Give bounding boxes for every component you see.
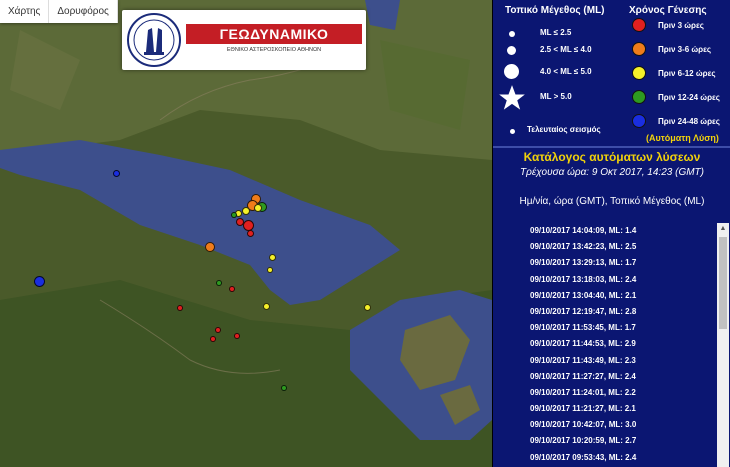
legend-magnitude-row: Τελευταίος σεισμός <box>527 125 601 134</box>
catalog-header: Ημ/νία, ώρα (GMT), Τοπικό Μέγεθος (ML) <box>519 196 705 207</box>
institute-seal-icon <box>127 13 181 67</box>
earthquake-marker[interactable] <box>267 267 273 273</box>
origin-legend-row: Πριν 24-48 ώρες <box>658 117 720 126</box>
earthquake-marker[interactable] <box>242 219 254 231</box>
earthquake-marker[interactable] <box>229 286 235 292</box>
earthquake-marker[interactable] <box>215 327 221 333</box>
origin-color-icon <box>632 90 646 104</box>
catalog-row[interactable]: 09/10/2017 11:21:27, ML: 2.1 <box>493 401 717 417</box>
scroll-up-icon[interactable]: ▲ <box>717 223 729 235</box>
origin-legend-title: Χρόνος Γένεσης <box>629 5 707 16</box>
catalog-list[interactable]: 09/10/2017 14:04:09, ML: 1.4 09/10/2017 1… <box>493 223 717 467</box>
map-type-satellite-button[interactable]: Δορυφόρος <box>49 0 118 23</box>
earthquake-marker[interactable] <box>231 212 237 218</box>
catalog-row[interactable]: 09/10/2017 13:04:40, ML: 2.1 <box>493 288 717 304</box>
catalog-title: Κατάλογος αυτόματων λύσεων <box>523 150 701 164</box>
origin-legend-row: Πριν 6-12 ώρες <box>658 69 716 78</box>
earthquake-marker[interactable] <box>216 280 222 286</box>
catalog-row[interactable]: 09/10/2017 11:53:45, ML: 1.7 <box>493 320 717 336</box>
catalog-row[interactable]: 09/10/2017 11:24:01, ML: 2.2 <box>493 385 717 401</box>
map-type-map-button[interactable]: Χάρτης <box>0 0 50 23</box>
catalog-row[interactable]: 09/10/2017 14:04:09, ML: 1.4 <box>493 223 717 239</box>
catalog-row[interactable]: 09/10/2017 11:27:27, ML: 2.4 <box>493 369 717 385</box>
catalog-row[interactable]: 09/10/2017 13:18:03, ML: 2.4 <box>493 272 717 288</box>
catalog-row[interactable]: 09/10/2017 13:29:13, ML: 1.7 <box>493 255 717 271</box>
earthquake-marker[interactable] <box>254 204 262 212</box>
origin-legend-row: Πριν 3 ώρες <box>658 21 704 30</box>
earthquake-marker[interactable] <box>205 242 215 252</box>
latest-quake-icon <box>510 129 515 134</box>
star-icon <box>499 85 525 110</box>
catalog-row[interactable]: 09/10/2017 12:19:47, ML: 2.8 <box>493 304 717 320</box>
scroll-thumb[interactable] <box>719 237 727 329</box>
earthquake-marker[interactable] <box>112 169 120 177</box>
map-area[interactable]: Χάρτης Δορυφόρος ΓΕΩΔΥΝΑΜΙΚΟ ΙΝΣΤΙΤΟΥΤΟ … <box>0 0 492 467</box>
earthquake-marker[interactable] <box>177 305 183 311</box>
current-time: Τρέχουσα ώρα: 9 Οκτ 2017, 14:23 (GMT) <box>520 167 704 178</box>
legend-magnitude-row: ML ≤ 2.5 <box>540 28 572 37</box>
large-circle-icon <box>504 64 519 79</box>
legend-magnitude-row: ML > 5.0 <box>540 92 572 101</box>
earthquake-marker[interactable] <box>234 333 240 339</box>
small-circle-icon <box>509 31 515 37</box>
catalog-scrollbar[interactable]: ▲ <box>717 223 729 467</box>
earthquake-marker[interactable] <box>281 385 287 391</box>
origin-legend-row: Πριν 3-6 ώρες <box>658 45 712 54</box>
institute-logo: ΓΕΩΔΥΝΑΜΙΚΟ ΙΝΣΤΙΤΟΥΤΟ ΕΘΝΙΚΟ ΑΣΤΕΡΟΣΚΟΠ… <box>122 10 366 70</box>
earthquake-marker[interactable] <box>242 207 250 215</box>
legend-magnitude-row: 4.0 < ML ≤ 5.0 <box>540 67 592 76</box>
earthquake-marker[interactable] <box>33 275 45 287</box>
origin-color-icon <box>632 114 646 128</box>
earthquake-marker[interactable] <box>210 336 216 342</box>
earthquake-marker[interactable] <box>246 229 254 237</box>
magnitude-legend-title: Τοπικό Μέγεθος (ML) <box>505 5 605 16</box>
legend: Τοπικό Μέγεθος (ML) ML ≤ 2.5 2.5 < ML ≤ … <box>493 0 730 146</box>
earthquake-marker[interactable] <box>262 302 270 310</box>
origin-color-icon <box>632 18 646 32</box>
institute-name: ΓΕΩΔΥΝΑΜΙΚΟ ΙΝΣΤΙΤΟΥΤΟ <box>186 24 362 62</box>
origin-legend-row: Πριν 12-24 ώρες <box>658 93 720 102</box>
catalog-row[interactable]: 09/10/2017 13:42:23, ML: 2.5 <box>493 239 717 255</box>
earthquake-marker[interactable] <box>363 303 371 311</box>
catalog-row[interactable]: 09/10/2017 10:42:07, ML: 3.0 <box>493 417 717 433</box>
catalog-row[interactable]: 09/10/2017 11:43:49, ML: 2.3 <box>493 353 717 369</box>
catalog-row[interactable]: 09/10/2017 10:20:59, ML: 2.7 <box>493 433 717 449</box>
medium-circle-icon <box>507 46 516 55</box>
side-panel: Τοπικό Μέγεθος (ML) ML ≤ 2.5 2.5 < ML ≤ … <box>492 0 730 467</box>
catalog-row[interactable]: 09/10/2017 09:53:43, ML: 2.4 <box>493 450 717 466</box>
origin-color-icon <box>632 42 646 56</box>
divider <box>493 146 730 148</box>
institute-subtitle: ΕΘΝΙΚΟ ΑΣΤΕΡΟΣΚΟΠΕΙΟ ΑΘΗΝΩΝ <box>226 47 322 53</box>
legend-magnitude-row: 2.5 < ML ≤ 4.0 <box>540 45 592 54</box>
automatic-solution-label: (Αυτόματη Λύση) <box>646 133 719 143</box>
catalog-row[interactable]: 09/10/2017 11:44:53, ML: 2.9 <box>493 336 717 352</box>
earthquake-marker[interactable] <box>268 253 276 261</box>
origin-color-icon <box>632 66 646 80</box>
